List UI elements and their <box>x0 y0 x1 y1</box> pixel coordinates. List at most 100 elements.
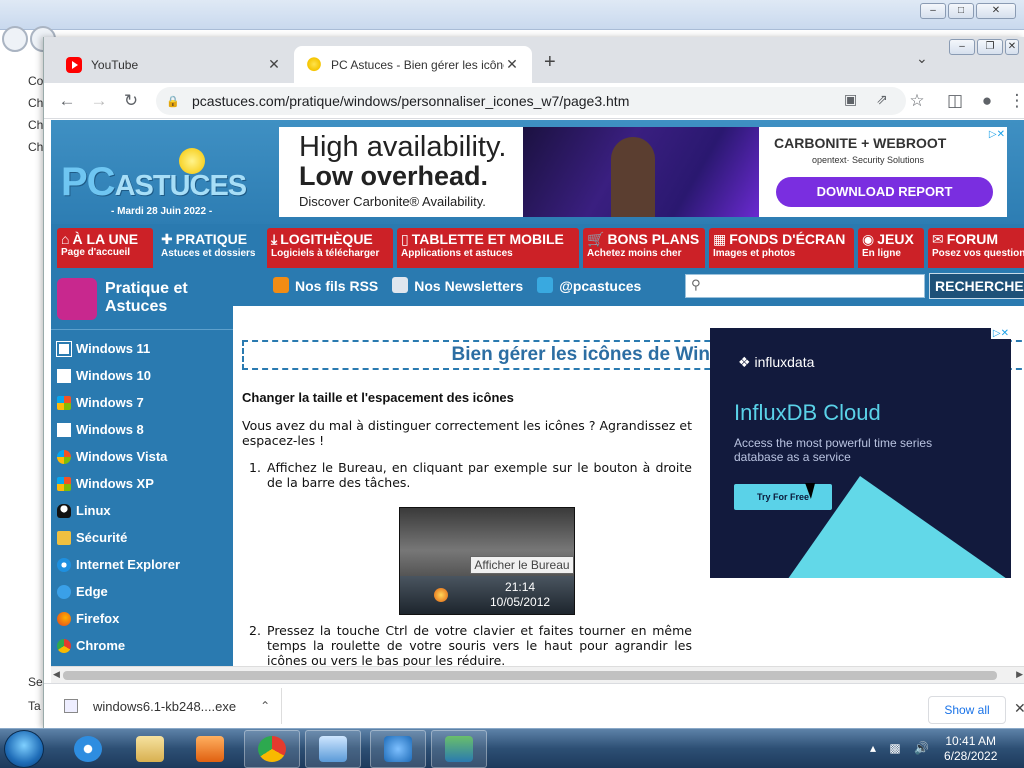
translate-icon[interactable]: ▣ <box>844 91 857 108</box>
site-header: PCASTUCES - Mardi 28 Juin 2022 - High av… <box>51 120 1024 224</box>
sidebar-item-windows-10[interactable]: Windows 10 <box>51 362 233 389</box>
article-screenshot: Afficher le Bureau 21:14 10/05/2012 <box>399 507 575 615</box>
influxdb-ad[interactable]: ❖ influxdata InfluxDB Cloud Access the m… <box>710 328 1011 578</box>
chevron-up-icon[interactable]: ⌃ <box>260 699 270 713</box>
media-player-icon <box>196 736 224 762</box>
update-taskbar-button[interactable] <box>370 730 426 768</box>
explorer-taskbar-button[interactable] <box>122 730 178 768</box>
banner-photo <box>523 127 759 217</box>
maximize-button[interactable]: □ <box>948 3 974 19</box>
close-tab-icon[interactable]: ✕ <box>504 56 520 73</box>
ad-choices-icon[interactable]: ▷✕ <box>990 328 1011 339</box>
forward-arrow-icon[interactable]: → <box>86 89 112 113</box>
start-button[interactable] <box>4 730 44 768</box>
menu-item-jeux[interactable]: ◉ JEUX En ligne <box>858 228 924 268</box>
download-item[interactable]: windows6.1-kb248....exe ⌃ <box>64 692 282 720</box>
sidebar-item-firefox[interactable]: Firefox <box>51 605 233 632</box>
sidebar-item-edge[interactable]: Edge <box>51 578 233 605</box>
sidebar-item-chrome[interactable]: Chrome <box>51 632 233 659</box>
sidebar-item-securite[interactable]: Sécurité <box>51 524 233 551</box>
scroll-right-icon[interactable]: ▶ <box>1016 669 1023 680</box>
menu-item-pratique[interactable]: ✚ PRATIQUE Astuces et dossiers <box>157 228 263 268</box>
menu-subtitle: Page d'accueil <box>61 247 131 258</box>
close-icon[interactable]: ✕ <box>1014 700 1024 717</box>
minimize-button[interactable]: – <box>920 3 946 19</box>
bg-text: Ch <box>28 96 44 110</box>
show-all-button[interactable]: Show all <box>928 696 1006 724</box>
close-button[interactable]: ✕ <box>1005 39 1019 55</box>
file-icon <box>64 699 78 713</box>
carbonite-banner-ad[interactable]: High availability. Low overhead. Discove… <box>279 127 1007 217</box>
menu-item-bons-plans[interactable]: 🛒 BONS PLANS Achetez moins cher <box>583 228 705 268</box>
tab-youtube[interactable]: YouTube ✕ <box>54 46 294 83</box>
chrome-taskbar-button[interactable] <box>244 730 300 768</box>
banner-line3: Discover Carbonite® Availability. <box>299 194 486 209</box>
search-button[interactable]: RECHERCHER <box>929 273 1024 299</box>
url-text[interactable]: pcastuces.com/pratique/windows/personnal… <box>192 93 629 109</box>
back-arrow-icon[interactable]: ← <box>54 89 80 113</box>
sidebar-item-label: Windows 11 <box>76 341 151 356</box>
menu-item-forum[interactable]: ✉ FORUM Posez vos questions <box>928 228 1024 268</box>
menu-item-tablette-mobile[interactable]: ▯ TABLETTE ET MOBILE Applications et astu… <box>397 228 579 268</box>
sidebar-item-linux[interactable]: Linux <box>51 497 233 524</box>
bg-text: Ch <box>28 118 44 132</box>
download-report-button[interactable]: DOWNLOAD REPORT <box>776 177 993 207</box>
newsletters-link[interactable]: Nos Newsletters <box>392 276 523 294</box>
site-search-input[interactable] <box>685 274 925 298</box>
site-logo[interactable]: PCASTUCES <box>61 160 247 205</box>
menu-item-fonds-ecran[interactable]: ▦ FONDS D'ÉCRAN Images et photos <box>709 228 854 268</box>
sidebar-item-internet-explorer[interactable]: Internet Explorer <box>51 551 233 578</box>
menu-title: BONS PLANS <box>607 231 700 247</box>
sidebar-item-label: Chrome <box>76 638 126 653</box>
puzzle-icon: ✚ <box>161 231 173 247</box>
control-panel-taskbar-button[interactable] <box>305 730 361 768</box>
clock[interactable]: 10:41 AM 6/28/2022 <box>944 734 997 764</box>
chrome-window: YouTube ✕ PC Astuces - Bien gérer les ic… <box>43 37 1024 728</box>
screenshot-tooltip: Afficher le Bureau <box>470 556 574 574</box>
close-button[interactable]: ✕ <box>976 3 1016 19</box>
twitter-link[interactable]: @pcastuces <box>537 276 641 294</box>
scrollbar-thumb[interactable] <box>63 671 997 680</box>
menu-item-a-la-une[interactable]: ⌂ À LA UNE Page d'accueil <box>57 228 153 268</box>
browser-toolbar: ← → ↻ 🔒 pcastuces.com/pratique/windows/p… <box>44 83 1024 119</box>
sidebar-item-windows-8[interactable]: Windows 8 <box>51 416 233 443</box>
ad-title: InfluxDB Cloud <box>734 400 881 425</box>
address-bar[interactable]: 🔒 pcastuces.com/pratique/windows/personn… <box>156 87 906 115</box>
menu-item-logitheque[interactable]: ⤓ LOGITHÈQUE Logiciels à télécharger <box>267 228 393 268</box>
windows-xp-icon <box>57 476 71 491</box>
firefox-icon <box>434 588 448 602</box>
tab-pcastuces[interactable]: PC Astuces - Bien gérer les icônes ✕ <box>294 46 532 83</box>
sidebar-item-label: Linux <box>76 503 111 518</box>
menu-subtitle: Achetez moins cher <box>587 248 682 259</box>
close-tab-icon[interactable]: ✕ <box>266 56 282 73</box>
sidebar-item-windows-vista[interactable]: Windows Vista <box>51 443 233 470</box>
ad-choices-icon[interactable]: ▷✕ <box>989 129 1005 140</box>
bookmark-star-icon[interactable]: ☆ <box>904 89 930 113</box>
horizontal-scrollbar[interactable]: ◀ ▶ <box>51 666 1024 683</box>
back-circle-button[interactable] <box>2 26 28 52</box>
more-menu-icon[interactable]: ⋮ <box>1004 89 1024 113</box>
reload-icon[interactable]: ↻ <box>118 89 144 113</box>
sidebar-item-label: Windows XP <box>76 476 154 491</box>
sidebar-item-windows-xp[interactable]: Windows XP <box>51 470 233 497</box>
remote-desktop-taskbar-button[interactable] <box>431 730 487 768</box>
tab-search-chevron-icon[interactable]: ⌄ <box>916 50 928 67</box>
windows10-icon <box>57 368 71 383</box>
lock-icon[interactable]: 🔒 <box>166 95 180 108</box>
internet-explorer-taskbar-button[interactable] <box>60 730 116 768</box>
media-player-taskbar-button[interactable] <box>182 730 238 768</box>
download-filename[interactable]: windows6.1-kb248....exe <box>93 699 236 714</box>
site-date: - Mardi 28 Juin 2022 - <box>111 206 213 217</box>
cart-icon: 🛒 <box>587 231 605 247</box>
minimize-button[interactable]: – <box>949 39 975 55</box>
side-panel-icon[interactable]: ◫ <box>942 89 968 113</box>
profile-avatar-icon[interactable]: ● <box>974 89 1000 113</box>
new-tab-icon[interactable]: + <box>544 51 556 74</box>
sidebar-item-windows-7[interactable]: Windows 7 <box>51 389 233 416</box>
restore-button[interactable]: ❐ <box>977 39 1003 55</box>
sidebar-item-windows-11[interactable]: Windows 11 <box>51 335 233 362</box>
scroll-left-icon[interactable]: ◀ <box>53 669 60 680</box>
share-icon[interactable]: ⇗ <box>876 91 888 108</box>
tray-icons[interactable]: ▴ ▩ 🔊 <box>870 741 934 755</box>
rss-link[interactable]: Nos fils RSS <box>273 276 378 294</box>
